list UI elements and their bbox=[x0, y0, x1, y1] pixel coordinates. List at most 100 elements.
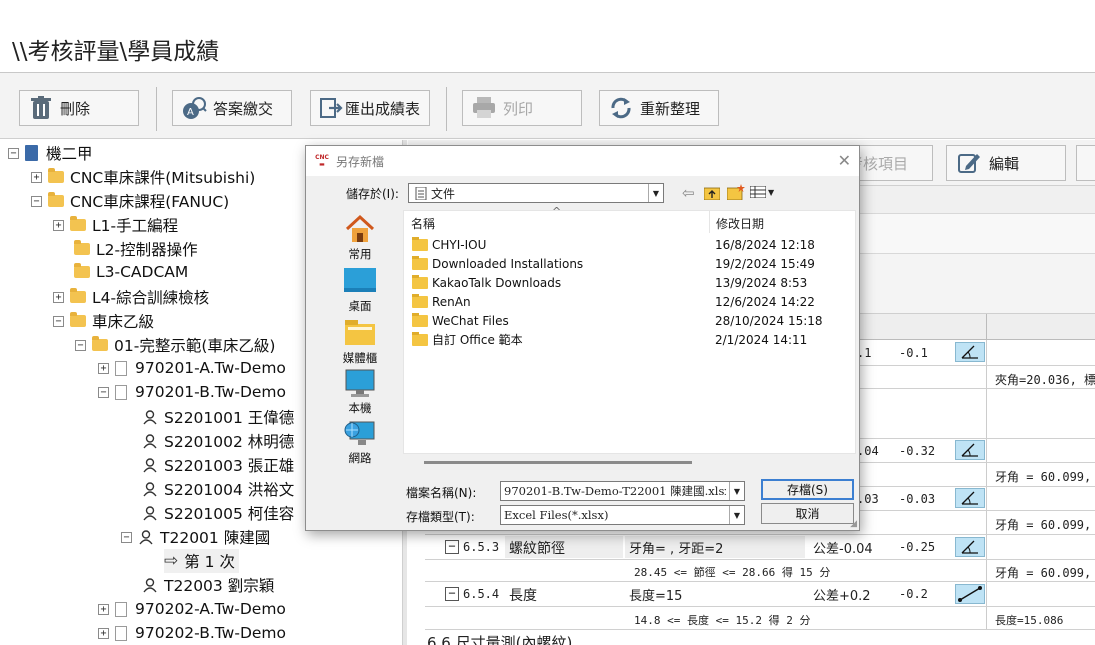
cell-deviation: -0.1 bbox=[899, 346, 928, 360]
collapse-toggle[interactable]: − bbox=[75, 339, 86, 351]
tree-node[interactable]: − 970201-B.Tw-Demo bbox=[98, 380, 286, 404]
file-list-item[interactable]: CHYI-IOU 16/8/2024 12:18 bbox=[412, 235, 842, 254]
save-button[interactable]: 存檔(S) bbox=[761, 479, 854, 500]
collapse-toggle[interactable]: − bbox=[8, 147, 19, 159]
tree-node-root[interactable]: − 機二甲 bbox=[8, 141, 93, 165]
column-divider bbox=[709, 211, 710, 233]
tree-node-label: L3-CADCAM bbox=[96, 263, 189, 281]
print-button[interactable]: 列印 bbox=[462, 90, 582, 126]
save-in-combobox[interactable]: 文件 ▼ bbox=[408, 183, 664, 203]
edit-label: 編輯 bbox=[989, 154, 1020, 173]
tree-node-label: S2201002 林明德 bbox=[164, 433, 295, 451]
svg-text:A: A bbox=[187, 107, 194, 118]
tree-node-student[interactable]: − T22001 陳建國 bbox=[121, 525, 270, 549]
refresh-icon bbox=[608, 95, 634, 121]
tree-node[interactable]: L2-控制器操作 bbox=[70, 237, 198, 261]
cell-note: 夾角=20.036, 標 bbox=[995, 373, 1095, 387]
filetype-select[interactable]: Excel Files(*.xlsx) ▼ bbox=[500, 505, 745, 525]
tree-node-student[interactable]: T22003 劉宗穎 bbox=[142, 573, 274, 597]
collapse-toggle[interactable]: − bbox=[98, 386, 109, 398]
tree-node-label: S2201003 張正雄 bbox=[164, 457, 295, 475]
tree-node[interactable]: − 01-完整示範(車床乙級) bbox=[75, 333, 275, 357]
place-libraries[interactable]: 媒體櫃 bbox=[334, 318, 386, 366]
export-scores-button[interactable]: 匯出成績表 bbox=[310, 90, 430, 126]
collapse-toggle[interactable]: − bbox=[31, 195, 42, 207]
close-icon[interactable]: ✕ bbox=[838, 151, 851, 170]
place-this-pc[interactable]: 本機 bbox=[334, 368, 386, 416]
export-scores-label: 匯出成績表 bbox=[345, 99, 421, 118]
tree-node[interactable]: + L4-綜合訓練檢核 bbox=[53, 285, 209, 309]
collapse-toggle[interactable]: − bbox=[53, 315, 64, 327]
save-in-value: 文件 bbox=[431, 186, 456, 201]
expand-toggle[interactable]: + bbox=[98, 603, 109, 615]
tree-node[interactable]: − CNC車床課程(FANUC) bbox=[31, 189, 229, 213]
up-folder-icon[interactable] bbox=[703, 185, 721, 204]
dropdown-arrow-icon[interactable]: ▼ bbox=[729, 482, 744, 500]
tree-node[interactable]: + L1-手工編程 bbox=[53, 213, 178, 237]
refresh-button[interactable]: 重新整理 bbox=[599, 90, 719, 126]
expand-toggle[interactable]: + bbox=[53, 219, 64, 231]
column-header-date[interactable]: 修改日期 bbox=[716, 215, 764, 232]
delete-label: 刪除 bbox=[60, 99, 91, 118]
place-label: 桌面 bbox=[348, 299, 372, 313]
cell-deviation: -0.03 bbox=[899, 492, 936, 506]
delete-button[interactable]: 刪除 bbox=[19, 90, 139, 126]
tree-node-student[interactable]: S2201003 張正雄 bbox=[142, 453, 294, 477]
expand-toggle[interactable]: + bbox=[31, 171, 42, 183]
tree-node-student[interactable]: S2201004 洪裕文 bbox=[142, 477, 294, 501]
tree-node[interactable]: + CNC車床課件(Mitsubishi) bbox=[31, 165, 255, 189]
trash-icon bbox=[28, 95, 54, 121]
network-icon bbox=[344, 418, 376, 448]
tree-node[interactable]: + 970202-A.Tw-Demo bbox=[98, 597, 286, 621]
column-header-name[interactable]: 名稱 bbox=[411, 215, 435, 232]
file-list-item[interactable]: WeChat Files 28/10/2024 15:18 bbox=[412, 311, 842, 330]
dialog-titlebar[interactable]: CNC ▬ 另存新檔 ✕ bbox=[306, 146, 859, 176]
folder-icon bbox=[74, 240, 90, 255]
file-list-item[interactable]: Downloaded Installations 19/2/2024 15:49 bbox=[412, 254, 842, 273]
tree-node[interactable]: + 970202-B.Tw-Demo bbox=[98, 621, 286, 645]
tree-node[interactable]: + 970201-A.Tw-Demo bbox=[98, 356, 286, 380]
view-menu-icon[interactable]: ▼ bbox=[750, 186, 774, 198]
book-icon bbox=[25, 145, 38, 161]
tree-node-label: 970201-A.Tw-Demo bbox=[135, 359, 286, 377]
tree-node-student[interactable]: S2201002 林明德 bbox=[142, 429, 294, 453]
dropdown-arrow-icon[interactable]: ▼ bbox=[729, 506, 744, 524]
place-home[interactable]: 常用 bbox=[334, 214, 386, 262]
tree-node[interactable]: − 車床乙級 bbox=[53, 309, 154, 333]
angle-icon bbox=[955, 440, 985, 460]
expand-toggle[interactable]: + bbox=[53, 291, 64, 303]
expand-toggle[interactable]: + bbox=[98, 627, 109, 639]
tree-node[interactable]: L3-CADCAM bbox=[70, 260, 188, 284]
dropdown-arrow-icon[interactable]: ▼ bbox=[648, 184, 663, 202]
filetype-value: Excel Files(*.xlsx) bbox=[504, 508, 609, 522]
place-desktop[interactable]: 桌面 bbox=[334, 266, 386, 314]
file-list-item[interactable]: 自訂 Office 範本 2/1/2024 14:11 bbox=[412, 330, 842, 349]
cancel-button-label: 取消 bbox=[795, 507, 820, 521]
expand-toggle[interactable]: + bbox=[98, 362, 109, 374]
tree-node-student[interactable]: S2201005 柯佳容 bbox=[142, 501, 294, 525]
file-list-item[interactable]: KakaoTalk Downloads 13/9/2024 8:53 bbox=[412, 273, 842, 292]
tree-node-label: 車床乙級 bbox=[92, 313, 155, 331]
folder-icon bbox=[412, 293, 428, 308]
filename-input[interactable]: 970201-B.Tw-Demo-T22001 陳建國.xlsx ▼ bbox=[500, 481, 745, 501]
collapse-toggle[interactable]: − bbox=[445, 587, 459, 601]
place-network[interactable]: 網路 bbox=[334, 418, 386, 466]
back-arrow-icon[interactable]: ⇦ bbox=[682, 184, 695, 202]
file-list-item[interactable]: RenAn 12/6/2024 14:22 bbox=[412, 292, 842, 311]
dialog-title: 另存新檔 bbox=[336, 154, 385, 169]
section-header[interactable]: 6.6 尺寸量測(內螺紋) bbox=[425, 632, 1095, 645]
collapse-toggle[interactable]: − bbox=[445, 540, 459, 554]
folder-icon bbox=[70, 216, 86, 231]
horizontal-scrollbar[interactable] bbox=[424, 461, 692, 464]
resize-grip-icon[interactable]: ◢ bbox=[850, 519, 857, 529]
more-button[interactable] bbox=[1076, 145, 1095, 181]
new-folder-icon[interactable] bbox=[726, 184, 745, 204]
submit-answers-button[interactable]: A 答案繳交 bbox=[172, 90, 292, 126]
tree-node-student[interactable]: S2201001 王偉德 bbox=[142, 405, 294, 429]
cancel-button[interactable]: 取消 bbox=[761, 503, 854, 524]
collapse-toggle[interactable]: − bbox=[121, 531, 132, 543]
tree-node-attempt[interactable]: ⇨ 第 1 次 bbox=[164, 549, 239, 573]
toolbar-separator bbox=[156, 87, 157, 131]
file-list[interactable]: 名稱 ^ 修改日期 CHYI-IOU 16/8/2024 12:18 Downl… bbox=[403, 205, 856, 454]
edit-button[interactable]: 編輯 bbox=[946, 145, 1066, 181]
